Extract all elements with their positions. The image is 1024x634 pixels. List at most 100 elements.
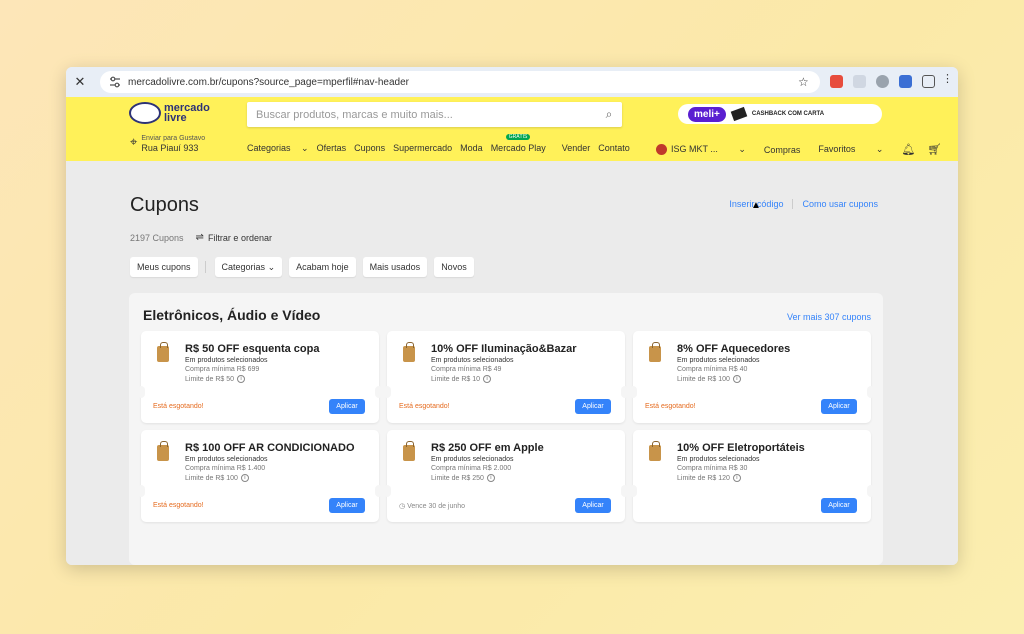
coupon-status: Está esgotando! — [399, 403, 450, 410]
coupon-status: Está esgotando! — [153, 403, 204, 410]
divider — [204, 261, 206, 273]
coupon-card[interactable]: 8% OFF Aquecedores Em produtos seleciona… — [629, 331, 875, 423]
nav-ofertas[interactable]: Ofertas — [317, 143, 347, 154]
coupon-count: 2197 Cupons — [130, 232, 184, 243]
nav-moda[interactable]: Moda — [460, 143, 483, 154]
chip-acabam-hoje[interactable]: Acabam hoje — [289, 257, 356, 277]
apply-button[interactable]: Aplicar — [575, 399, 611, 414]
coupon-min-purchase: Compra mínima R$ 2.000 — [431, 465, 512, 472]
info-icon[interactable]: i — [237, 375, 246, 383]
search-bar[interactable]: ⌕ — [247, 102, 622, 127]
shopping-bag-icon — [649, 342, 661, 362]
deliver-address: Rua Piauí 933 — [141, 143, 199, 153]
main-content: Cupons Inserir código Como usar cupons 2… — [66, 161, 958, 565]
delivery-address[interactable]: ⌖ Enviar para Gustavo Rua Piauí 933 — [130, 135, 205, 154]
info-icon[interactable]: i — [240, 474, 249, 482]
coupon-section: Eletrônicos, Áudio e Vídeo Ver mais 307 … — [129, 293, 883, 565]
filter-button[interactable]: ⇌ Filtrar e ordenar — [196, 232, 272, 243]
avatar[interactable] — [656, 144, 667, 155]
coupon-subtitle: Em produtos selecionados — [185, 456, 268, 463]
chip-meus-cupons[interactable]: Meus cupons — [130, 257, 198, 277]
coupon-subtitle: Em produtos selecionados — [185, 357, 268, 364]
nav-favoritos[interactable]: Favoritos ⌄ — [818, 144, 883, 155]
card-notch — [383, 485, 391, 497]
extension-icon[interactable] — [876, 75, 889, 88]
extension-icon[interactable] — [853, 75, 866, 88]
card-notch — [629, 485, 637, 497]
coupon-card[interactable]: R$ 250 OFF em Apple Em produtos selecion… — [383, 430, 629, 522]
info-icon[interactable]: i — [732, 375, 741, 383]
extension-icon[interactable] — [899, 75, 912, 88]
shopping-bag-icon — [157, 342, 169, 362]
search-input[interactable] — [256, 108, 596, 121]
bookmark-star-icon[interactable]: ☆ — [798, 75, 812, 89]
card-notch — [375, 485, 383, 497]
nav-vender[interactable]: Vender — [562, 143, 591, 154]
info-icon[interactable]: i — [483, 375, 492, 383]
apply-button[interactable]: Aplicar — [575, 498, 611, 513]
nav-cupons[interactable]: Cupons — [354, 143, 385, 154]
coupon-card[interactable]: 10% OFF Iluminação&Bazar Em produtos sel… — [383, 331, 629, 423]
close-icon[interactable]: ✕ — [66, 74, 94, 90]
address-bar[interactable]: mercadolivre.com.br/cupons?source_page=m… — [100, 71, 820, 93]
limit-text: Limite de R$ 100 — [185, 474, 238, 482]
new-badge: GRÁTIS — [505, 134, 531, 140]
apply-button[interactable]: Aplicar — [821, 399, 857, 414]
nav-compras[interactable]: Compras — [764, 145, 801, 155]
nav-mercado-play[interactable]: GRÁTIS Mercado Play — [491, 134, 554, 154]
coupon-count-row: 2197 Cupons ⇌ Filtrar e ordenar — [130, 232, 272, 243]
apply-button[interactable]: Aplicar — [329, 399, 365, 414]
coupon-card[interactable]: R$ 100 OFF AR CONDICIONADO Em produtos s… — [137, 430, 383, 522]
user-menu[interactable]: ISG MKT ... ⌄ — [671, 144, 746, 155]
puzzle-icon[interactable] — [922, 75, 935, 88]
chip-novos[interactable]: Novos — [434, 257, 474, 277]
nav-contato[interactable]: Contato — [598, 143, 630, 154]
shopping-bag-icon — [403, 441, 415, 461]
coupon-subtitle: Em produtos selecionados — [677, 456, 760, 463]
chip-categorias[interactable]: Categorias ⌄ — [214, 257, 283, 277]
coupon-card[interactable]: R$ 50 OFF esquenta copa Em produtos sele… — [137, 331, 383, 423]
see-more-link[interactable]: Ver mais 307 cupons — [787, 312, 871, 322]
coupon-status: Está esgotando! — [645, 403, 696, 410]
browser-toolbar: ✕ mercadolivre.com.br/cupons?source_page… — [66, 67, 958, 97]
divider — [792, 199, 794, 209]
site-settings-icon[interactable] — [108, 75, 122, 89]
coupon-subtitle: Em produtos selecionados — [431, 456, 514, 463]
coupon-expiry: ◷ Vence 30 de junho — [399, 502, 465, 510]
limit-text: Limite de R$ 250 — [431, 474, 484, 482]
coupon-limit: Limite de R$ 100 i — [185, 474, 249, 482]
section-title: Eletrônicos, Áudio e Vídeo — [143, 307, 321, 323]
apply-button[interactable]: Aplicar — [329, 498, 365, 513]
coupon-card[interactable]: 10% OFF Eletroportáteis Em produtos sele… — [629, 430, 875, 522]
expiry-text: Vence 30 de junho — [407, 503, 466, 510]
extension-icon[interactable] — [830, 75, 843, 88]
cart-icon[interactable]: 🛒︎ — [927, 143, 941, 156]
filter-label: Filtrar e ordenar — [207, 232, 272, 243]
mouse-cursor-icon: ▲ — [751, 200, 761, 211]
limit-text: Limite de R$ 50 — [185, 375, 235, 383]
info-icon[interactable]: i — [486, 474, 495, 482]
bell-icon[interactable]: 🔔︎ — [901, 143, 915, 156]
menu-dots-icon[interactable]: ⋮ — [942, 74, 953, 88]
chip-mais-usados[interactable]: Mais usados — [362, 257, 428, 277]
how-to-use-link[interactable]: Como usar cupons — [802, 199, 878, 209]
url-text[interactable]: mercadolivre.com.br/cupons?source_page=m… — [128, 77, 798, 88]
apply-button[interactable]: Aplicar — [821, 498, 857, 513]
coupon-status: Está esgotando! — [153, 502, 204, 509]
search-icon[interactable]: ⌕ — [596, 107, 622, 122]
shopping-bag-icon — [649, 441, 661, 461]
coupon-title: 8% OFF Aquecedores — [677, 343, 791, 355]
coupon-title: 10% OFF Iluminação&Bazar — [431, 343, 577, 355]
card-notch — [621, 386, 629, 398]
filter-chips: Meus cupons Categorias ⌄ Acabam hoje Mai… — [130, 257, 487, 277]
card-notch — [867, 485, 875, 497]
coupon-subtitle: Em produtos selecionados — [431, 357, 514, 364]
info-icon[interactable]: i — [732, 474, 741, 482]
card-notch — [867, 386, 875, 398]
meli-plus-banner[interactable]: meli+ CASHBACK COM CARTA — [678, 104, 882, 124]
clock-icon: ◷ — [399, 503, 406, 510]
nav-categorias[interactable]: Categorias ⌄ — [247, 143, 309, 154]
limit-text: Limite de R$ 100 — [677, 375, 730, 383]
nav-supermercado[interactable]: Supermercado — [393, 143, 452, 154]
mercado-livre-logo[interactable]: mercado livre — [129, 102, 216, 124]
